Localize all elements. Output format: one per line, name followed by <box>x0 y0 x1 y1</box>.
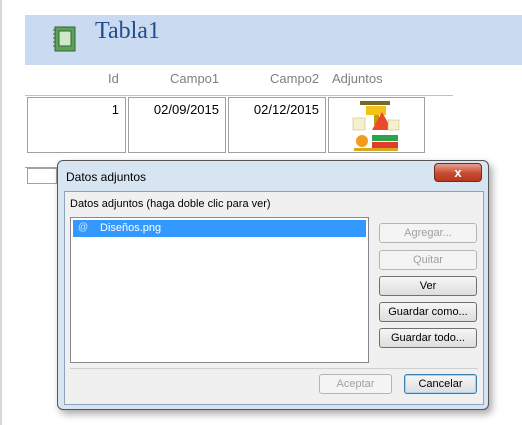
attachments-listbox[interactable]: @ Diseños.png <box>70 217 369 363</box>
dialog-separator <box>70 368 478 369</box>
agregar-button[interactable]: Agregar... <box>379 223 477 243</box>
dialog-title: Datos adjuntos <box>66 170 147 184</box>
column-header-id: Id <box>108 71 119 86</box>
new-record-field[interactable] <box>27 168 57 184</box>
aceptar-button[interactable]: Aceptar <box>319 374 392 394</box>
guardar-todo-button[interactable]: Guardar todo... <box>379 328 477 348</box>
list-item[interactable]: @ Diseños.png <box>73 220 366 237</box>
column-header-campo2: Campo2 <box>270 71 320 86</box>
ver-button[interactable]: Ver <box>379 276 477 296</box>
window-left-border <box>0 0 2 425</box>
quitar-button[interactable]: Quitar <box>379 250 477 270</box>
attachment-thumbnail[interactable] <box>352 100 400 152</box>
header-divider <box>25 95 453 96</box>
attachments-list-label: Datos adjuntos (haga doble clic para ver… <box>70 198 271 210</box>
paperclip-icon: @ <box>78 222 89 233</box>
column-header-adjuntos: Adjuntos <box>332 71 383 86</box>
column-header-campo1: Campo1 <box>170 71 220 86</box>
cancelar-button[interactable]: Cancelar <box>404 374 477 394</box>
file-name: Diseños.png <box>100 222 162 234</box>
table-icon <box>53 26 76 52</box>
campo1-field[interactable]: 02/09/2015 <box>128 97 226 153</box>
campo2-field[interactable]: 02/12/2015 <box>228 97 326 153</box>
page-title: Tabla1 <box>95 18 160 44</box>
attachments-dialog: Datos adjuntos x Datos adjuntos (haga do… <box>57 160 489 410</box>
close-icon[interactable]: x <box>434 163 482 182</box>
id-field[interactable]: 1 <box>27 97 126 153</box>
guardar-como-button[interactable]: Guardar como... <box>379 302 477 322</box>
dialog-body: Datos adjuntos (haga doble clic para ver… <box>64 191 484 405</box>
